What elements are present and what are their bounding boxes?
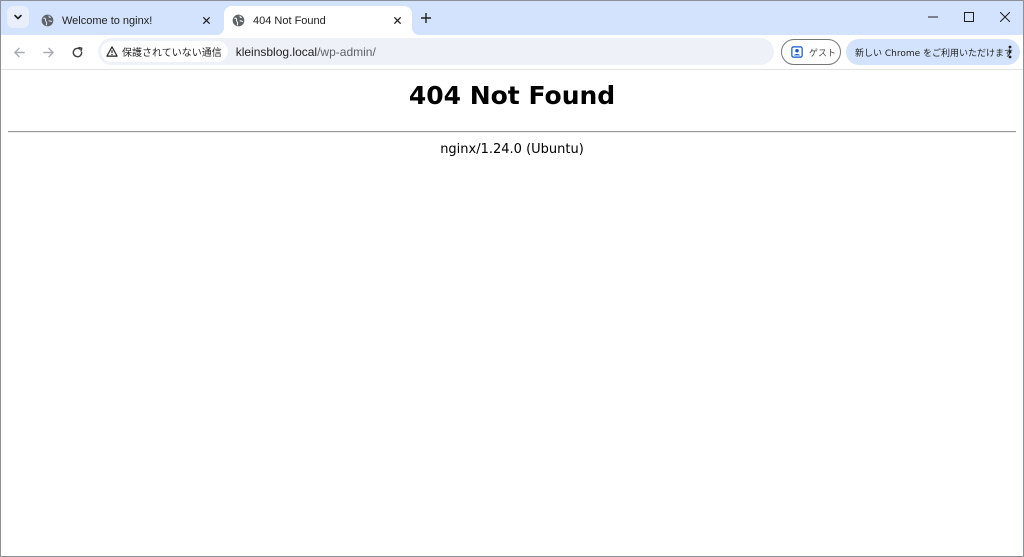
browser-toolbar: 保護されていない通信 kleinsblog.local/wp-admin/ ゲス… bbox=[1, 35, 1023, 70]
globe-icon bbox=[41, 14, 54, 27]
profile-label: ゲスト bbox=[809, 48, 837, 59]
reload-icon bbox=[72, 46, 82, 57]
address-bar[interactable]: 保護されていない通信 kleinsblog.local/wp-admin/ bbox=[98, 38, 774, 65]
close-icon bbox=[1000, 12, 1010, 22]
back-button[interactable] bbox=[8, 41, 30, 63]
minimize-button[interactable] bbox=[915, 1, 951, 33]
tab-title: Welcome to nginx! bbox=[62, 14, 153, 27]
arrow-right-icon bbox=[42, 47, 54, 57]
page-content: 404 Not Found nginx/1.24.0 (Ubuntu) bbox=[1, 71, 1023, 556]
tab-welcome-nginx[interactable]: Welcome to nginx! bbox=[33, 6, 221, 35]
plus-icon bbox=[421, 13, 431, 23]
url-text[interactable]: kleinsblog.local/wp-admin/ bbox=[236, 45, 376, 59]
update-label: 新しい Chrome をご利用いただけます bbox=[855, 48, 1014, 59]
tab-strip: Welcome to nginx! 404 Not Found bbox=[1, 1, 1023, 35]
reload-button[interactable] bbox=[66, 41, 88, 63]
maximize-icon bbox=[964, 12, 974, 22]
chrome-update-button[interactable]: 新しい Chrome をご利用いただけます bbox=[846, 39, 1020, 65]
close-tab-icon[interactable] bbox=[199, 13, 213, 27]
server-signature: nginx/1.24.0 (Ubuntu) bbox=[440, 142, 584, 157]
tab-search-button[interactable] bbox=[7, 6, 29, 28]
globe-icon bbox=[232, 14, 245, 27]
maximize-button[interactable] bbox=[951, 1, 987, 33]
profile-button[interactable]: ゲスト bbox=[781, 39, 841, 65]
chevron-down-icon bbox=[14, 14, 22, 20]
browser-window: Welcome to nginx! 404 Not Found 保護されていない… bbox=[0, 0, 1024, 557]
minimize-icon bbox=[928, 16, 938, 18]
more-vert-icon[interactable] bbox=[1008, 45, 1012, 59]
forward-button[interactable] bbox=[37, 41, 59, 63]
tab-title: 404 Not Found bbox=[253, 14, 326, 27]
divider bbox=[8, 131, 1016, 133]
page-title: 404 Not Found bbox=[408, 81, 616, 110]
security-label: 保護されていない通信 bbox=[122, 48, 222, 59]
security-chip[interactable]: 保護されていない通信 bbox=[101, 41, 228, 62]
arrow-left-icon bbox=[13, 47, 25, 57]
tab-404-not-found[interactable]: 404 Not Found bbox=[216, 6, 420, 35]
url-host: kleinsblog.local bbox=[235, 44, 318, 59]
close-window-button[interactable] bbox=[987, 1, 1023, 33]
new-tab-button[interactable] bbox=[417, 9, 435, 27]
profile-icon bbox=[791, 46, 803, 58]
url-path: /wp-admin/ bbox=[317, 44, 376, 59]
warning-icon bbox=[106, 46, 118, 57]
close-tab-icon[interactable] bbox=[390, 13, 404, 27]
